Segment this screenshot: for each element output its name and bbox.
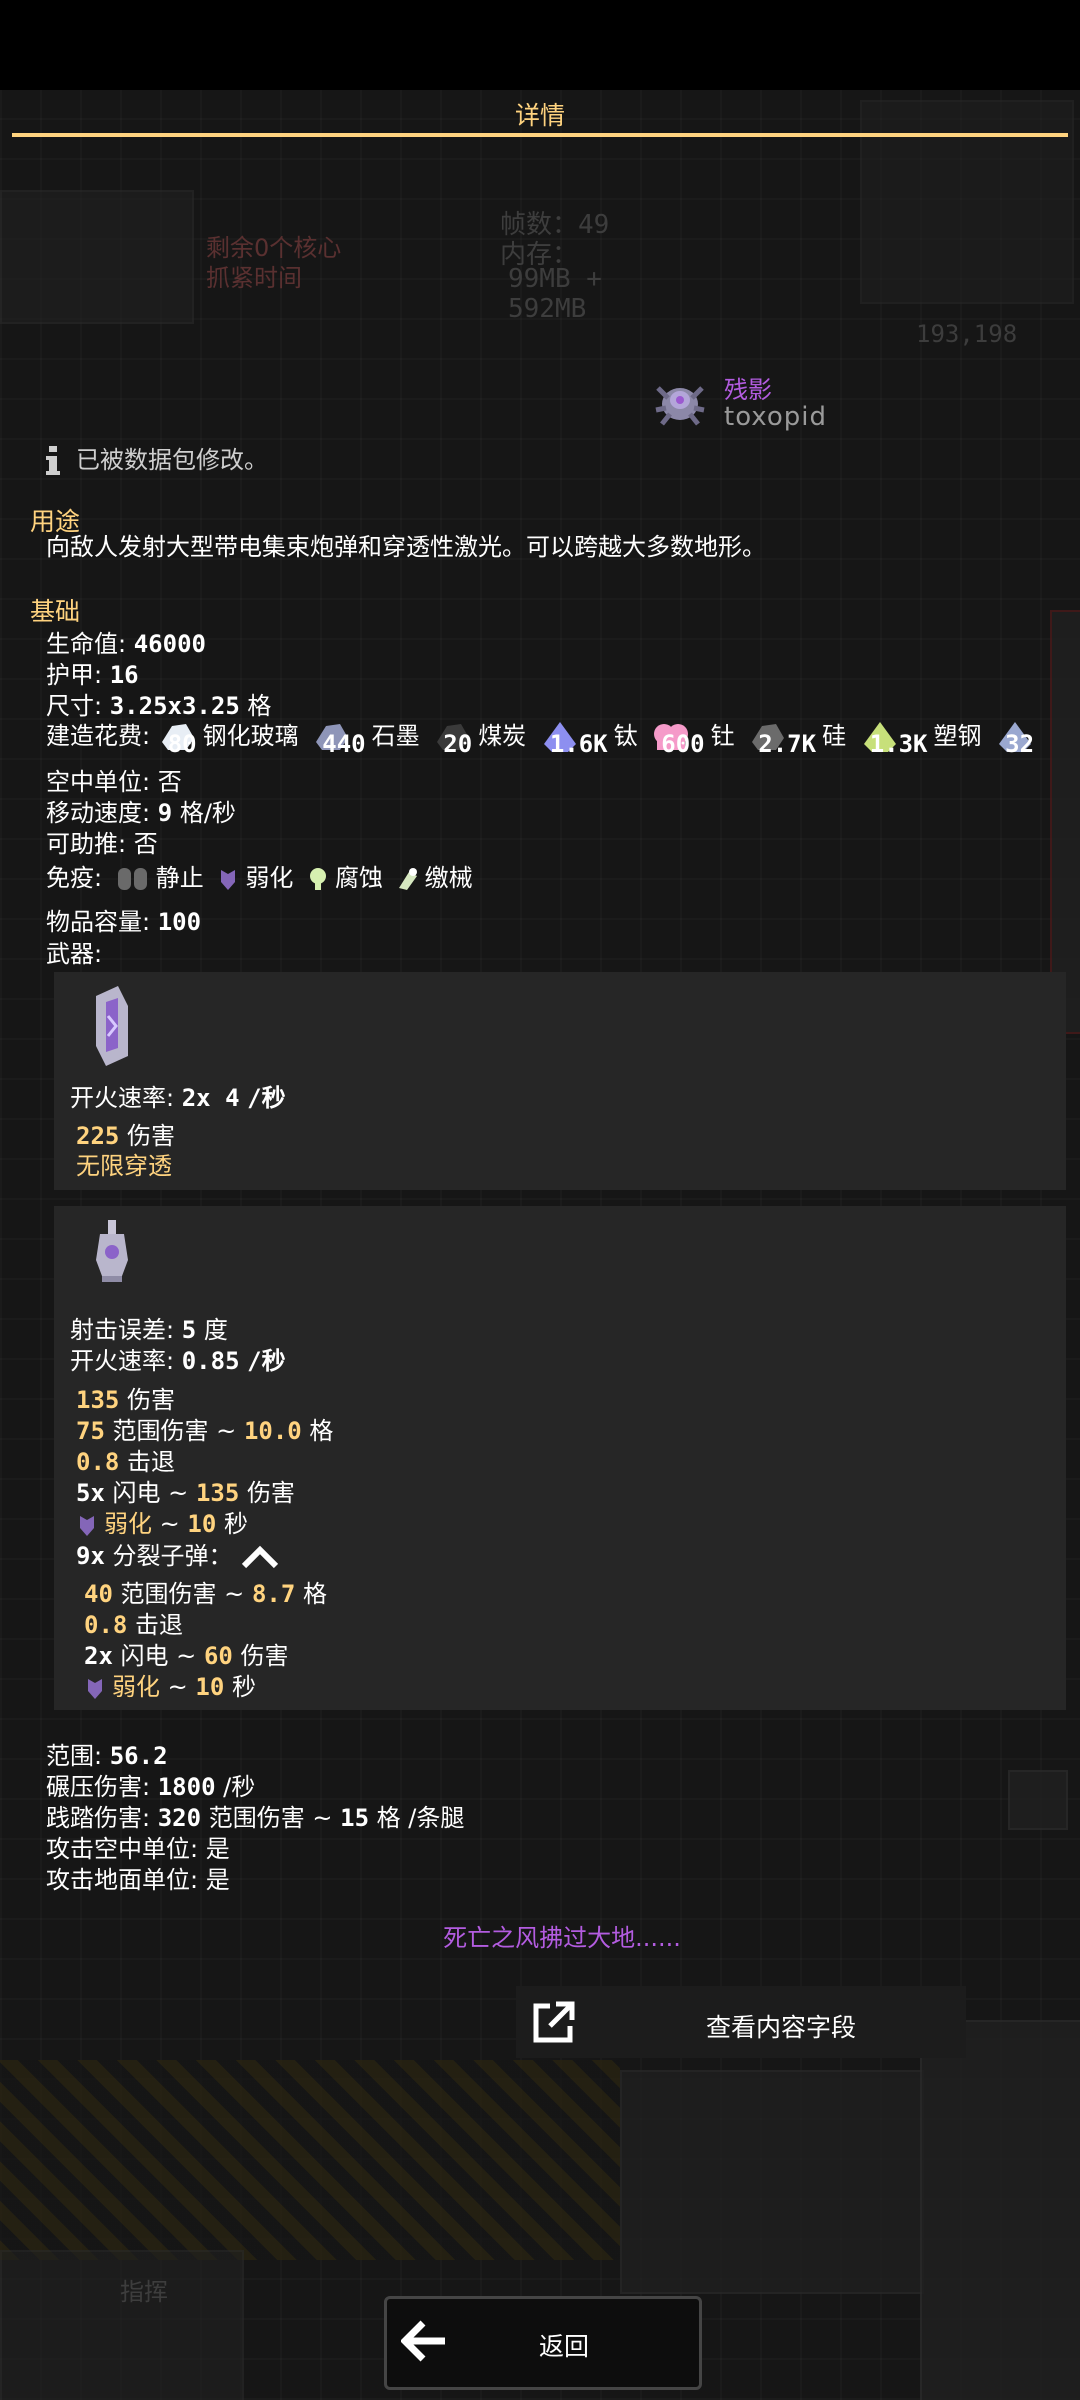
speed-value: 9 [157, 799, 173, 827]
view-content-fields-button[interactable]: 查看内容字段 [516, 1986, 966, 2058]
freeze-icon [117, 868, 147, 890]
cost-coal: 20 煤炭 [433, 716, 526, 754]
range-value: 56.2 [109, 1742, 168, 1770]
sapped-icon [221, 870, 236, 890]
w2-inaccuracy-row: 射击误差: 5 度 [70, 1316, 228, 1344]
flavor-text: 死亡之风拂过大地...... [443, 1924, 681, 1952]
cost-plastanium: 1.3K 塑钢 [860, 716, 982, 754]
armor-value: 16 [109, 661, 139, 689]
sapped-icon [88, 1679, 102, 1699]
cost-titanium: 1.6K 钛 [540, 716, 638, 754]
w1-pierce: 无限穿透 [76, 1152, 172, 1180]
health-value: 46000 [133, 630, 206, 658]
laser-cannon-icon [96, 986, 128, 1066]
immunities-row: 免疫: 静止 弱化 腐蚀 缴械 [46, 864, 473, 892]
w2-inaccuracy: 5 [181, 1316, 197, 1344]
modified-notice-text: 已被数据包修改。 [76, 446, 268, 474]
toxopid-icon [655, 386, 705, 426]
w2-reload: 0.85 [181, 1347, 240, 1375]
title-divider [12, 133, 1068, 137]
crush-value: 1800 [157, 1773, 216, 1801]
health-label: 生命值: [46, 630, 127, 658]
collapse-frag-icon[interactable] [240, 1544, 280, 1570]
corroded-icon [310, 868, 327, 890]
pushable-row: 可助推: 否 [46, 830, 158, 858]
back-button[interactable]: 返回 [384, 2296, 702, 2390]
w2-lightning-row: 5x 闪电 ~ 135 伤害 [76, 1479, 295, 1507]
w2-reload-row: 开火速率: 0.85 /秒 [70, 1347, 286, 1375]
basics-heading: 基础 [30, 597, 81, 626]
cost-thorium: 600 钍 [651, 716, 735, 754]
w2-frag-splash-row: 40 范围伤害 ~ 8.7 格 [84, 1580, 327, 1608]
sapped-icon [80, 1516, 94, 1536]
cost-metaglass: 80 钢化玻璃 [158, 716, 299, 754]
w2-frag-status-row: 弱化 ~ 10 秒 [84, 1667, 256, 1702]
w2-frag-row: 9x 分裂子弹： [76, 1536, 280, 1571]
w2-damage-row: 135 伤害 [76, 1386, 175, 1414]
info-icon [46, 446, 60, 475]
armor-row: 护甲: 16 [46, 655, 139, 690]
cost-overflow: 32 [995, 720, 1040, 754]
cost-silicon: 2.7K 硅 [748, 716, 846, 754]
back-label: 返回 [538, 2332, 589, 2361]
air-unit-row: 空中单位: 否 [46, 768, 182, 796]
external-link-icon [533, 2001, 575, 2043]
w2-frag-knockback-row: 0.8 击退 [84, 1611, 183, 1639]
usage-description: 向敌人发射大型带电集束炮弹和穿透性激光。可以跨越大多数地形。 [46, 533, 766, 561]
w2-splash-row: 75 范围伤害 ~ 10.0 格 [76, 1417, 334, 1445]
dialog-title: 详情 [514, 101, 565, 130]
disarmed-icon [398, 868, 417, 890]
weapons-label: 武器: [46, 940, 103, 968]
range-row: 范围: 56.2 [46, 1742, 168, 1770]
pushable-value: 否 [133, 830, 158, 858]
unit-name: 残影 [724, 376, 772, 404]
health-row: 生命值: 46000 [46, 624, 206, 659]
w1-reload-row: 开火速率: 2x 4 /秒 [70, 1084, 286, 1112]
build-cost-row: 建造花费: 80 钢化玻璃 440 石墨 20 煤炭 1.6K 钛 600 钍 2.7K 硅… [46, 716, 1080, 754]
w2-status-row: 弱化 ~ 10 秒 [76, 1504, 248, 1539]
modified-notice: 已被数据包修改。 [44, 440, 268, 476]
crush-row: 碾压伤害: 1800 /秒 [46, 1773, 256, 1801]
weapon-card-1: 开火速率: 2x 4 /秒 225 伤害 无限穿透 [54, 972, 1066, 1190]
weapon-card-2: 射击误差: 5 度 开火速率: 0.85 /秒 135 伤害 75 范围伤害 ~… [54, 1206, 1066, 1710]
capacity-row: 物品容量: 100 [46, 908, 202, 936]
unit-internal-id: toxopid [724, 402, 828, 432]
armor-label: 护甲: [46, 661, 103, 689]
speed-row: 移动速度: 9 格/秒 [46, 799, 236, 827]
target-air-row: 攻击空中单位: 是 [46, 1835, 230, 1863]
capacity-value: 100 [157, 908, 202, 936]
view-content-fields-label: 查看内容字段 [705, 2013, 856, 2042]
w1-reload: 2x 4 [181, 1084, 240, 1112]
w2-knockback-row: 0.8 击退 [76, 1448, 175, 1476]
target-ground-row: 攻击地面单位: 是 [46, 1866, 230, 1894]
air-unit-value: 否 [157, 768, 182, 796]
w2-frag-lightning-row: 2x 闪电 ~ 60 伤害 [84, 1642, 289, 1670]
cost-label: 建造花费: [46, 722, 151, 750]
unit-header: 残影 toxopid [652, 370, 952, 440]
stomp-row: 践踏伤害: 320 范围伤害 ~ 15 格 /条腿 [46, 1804, 465, 1832]
cost-graphite: 440 石墨 [312, 716, 420, 754]
artillery-icon [96, 1220, 128, 1282]
